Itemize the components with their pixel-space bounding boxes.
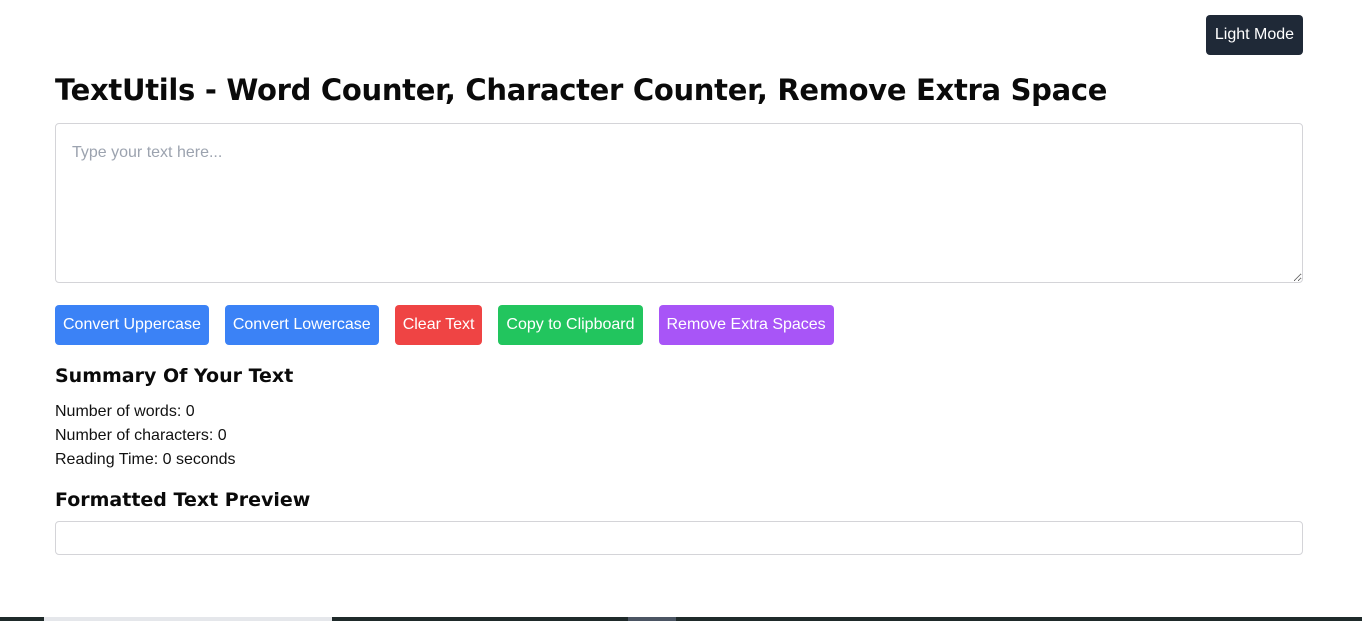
reading-time: Reading Time: 0 seconds [55,451,236,468]
page-title: TextUtils - Word Counter, Character Coun… [55,73,1108,107]
remove-extra-spaces-button[interactable]: Remove Extra Spaces [658,305,834,345]
theme-toggle-button[interactable]: Light Mode [1206,15,1303,55]
preview-heading: Formatted Text Preview [55,489,311,511]
word-count: Number of words: 0 [55,403,195,420]
taskbar-segment [44,617,332,621]
convert-uppercase-button[interactable]: Convert Uppercase [55,305,209,345]
convert-lowercase-button[interactable]: Convert Lowercase [224,305,379,345]
formatted-text-preview [55,521,1303,555]
summary-heading: Summary Of Your Text [55,365,294,387]
copy-to-clipboard-button[interactable]: Copy to Clipboard [498,305,643,345]
summary-stats: Number of words: 0 Number of characters:… [55,400,236,472]
page: Light Mode TextUtils - Word Counter, Cha… [0,0,1362,621]
action-buttons: Convert Uppercase Convert Lowercase Clea… [55,305,834,345]
taskbar-strip [0,617,1362,621]
taskbar-segment [628,617,676,621]
character-count: Number of characters: 0 [55,427,227,444]
text-input[interactable] [55,123,1303,283]
clear-text-button[interactable]: Clear Text [394,305,483,345]
